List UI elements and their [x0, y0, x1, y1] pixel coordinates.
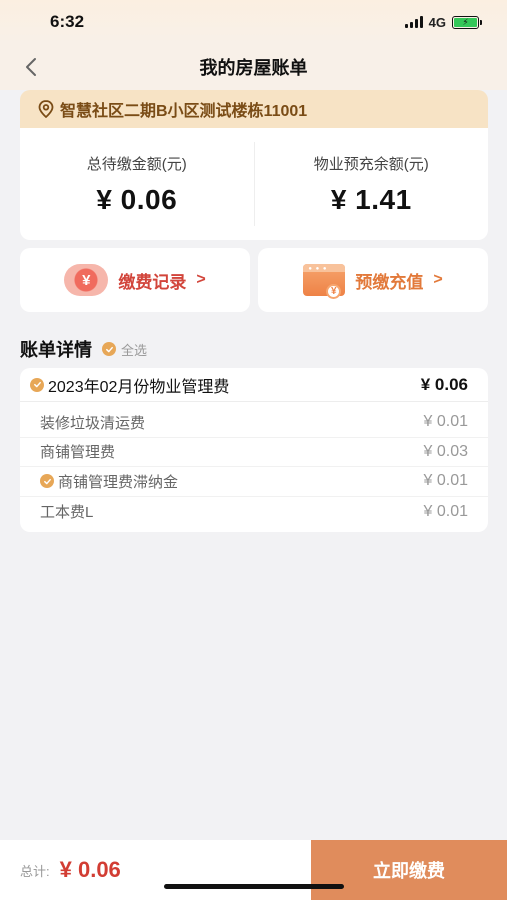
- wallet-yen-icon: ● ● ● ¥: [303, 264, 346, 299]
- balance-card: 总待缴金额(元) ¥ 0.06 物业预充余额(元) ¥ 1.41: [20, 128, 488, 240]
- yen-circle-icon: ¥: [64, 264, 109, 296]
- location-pin-icon: [38, 100, 54, 118]
- status-time: 6:32: [50, 12, 85, 31]
- address-bar: 智慧社区二期B小区测试楼栋11001: [20, 90, 488, 128]
- bill-line-item[interactable]: 工本费L ¥ 0.01: [20, 497, 488, 527]
- address-text: 智慧社区二期B小区测试楼栋11001: [60, 103, 308, 120]
- home-indicator[interactable]: [164, 884, 344, 889]
- nav-bar: 我的房屋账单: [0, 44, 507, 90]
- bill-line-list: 装修垃圾清运费 ¥ 0.01 商铺管理费 ¥ 0.03 商铺管理费滞纳金 ¥ 0…: [20, 402, 488, 526]
- status-bar: 6:32 4G ⚡: [0, 0, 507, 44]
- check-icon: [30, 377, 44, 392]
- prepay-recharge-button[interactable]: ● ● ● ¥ 预缴充值 >: [258, 248, 488, 312]
- status-indicators: 4G ⚡: [404, 14, 482, 30]
- chevron-left-icon: [26, 58, 36, 76]
- bill-line-amount: ¥ 0.01: [423, 413, 468, 431]
- bill-line-name: 工本费L: [40, 504, 94, 522]
- bill-line-name: 商铺管理费: [40, 444, 116, 462]
- signal-icon: [404, 16, 423, 28]
- prepaid-balance-value: ¥ 1.41: [330, 184, 412, 215]
- prepaid-balance-label: 物业预充余额(元): [313, 156, 429, 173]
- bill-group-amount: ¥ 0.06: [420, 374, 468, 394]
- bill-details-title: 账单详情: [20, 340, 92, 360]
- bill-line-amount: ¥ 0.01: [423, 502, 468, 520]
- back-button[interactable]: [18, 54, 44, 80]
- total-amount: ¥ 0.06: [59, 857, 121, 882]
- page-title: 我的房屋账单: [199, 58, 308, 78]
- bill-group-name: 2023年02月份物业管理费: [48, 378, 230, 396]
- amount-due-label: 总待缴金额(元): [86, 156, 187, 173]
- prepay-recharge-label: 预缴充值: [355, 272, 424, 292]
- select-all-checkbox[interactable]: 全选: [102, 340, 147, 359]
- bill-line-amount: ¥ 0.01: [423, 472, 468, 490]
- check-icon: [102, 342, 116, 356]
- prepaid-balance-block: 物业预充余额(元) ¥ 1.41: [253, 142, 489, 226]
- amount-due-block: 总待缴金额(元) ¥ 0.06: [20, 128, 254, 240]
- pay-now-button[interactable]: 立即缴费: [311, 840, 507, 900]
- select-all-label: 全选: [121, 342, 148, 358]
- bill-line-item[interactable]: 装修垃圾清运费 ¥ 0.01: [20, 408, 488, 438]
- bill-line-item[interactable]: 商铺管理费 ¥ 0.03: [20, 438, 488, 468]
- pay-now-label: 立即缴费: [373, 861, 445, 881]
- chevron-right-icon: >: [433, 271, 443, 288]
- payment-records-label: 缴费记录: [118, 272, 187, 292]
- network-type: 4G: [428, 14, 446, 30]
- chevron-right-icon: >: [196, 271, 206, 288]
- payment-records-button[interactable]: ¥ 缴费记录 >: [20, 248, 250, 312]
- amount-due-value: ¥ 0.06: [96, 184, 178, 215]
- bill-card: 2023年02月份物业管理费 ¥ 0.06 装修垃圾清运费 ¥ 0.01 商铺管…: [20, 368, 488, 532]
- bill-line-item[interactable]: 商铺管理费滞纳金 ¥ 0.01: [20, 467, 488, 497]
- bill-line-name-wrap: 商铺管理费滞纳金: [40, 471, 424, 492]
- check-icon: [40, 474, 54, 489]
- bill-group-header[interactable]: 2023年02月份物业管理费 ¥ 0.06: [20, 368, 488, 402]
- footer-bar: 总计: ¥ 0.06 立即缴费: [0, 840, 507, 900]
- total-label: 总计:: [20, 863, 50, 879]
- battery-charging-icon: ⚡: [452, 15, 482, 29]
- bill-line-amount: ¥ 0.03: [423, 442, 468, 460]
- bill-details-header: 账单详情 全选: [20, 336, 147, 362]
- bill-line-name: 装修垃圾清运费: [40, 414, 146, 432]
- bill-line-name: 商铺管理费滞纳金: [58, 473, 179, 491]
